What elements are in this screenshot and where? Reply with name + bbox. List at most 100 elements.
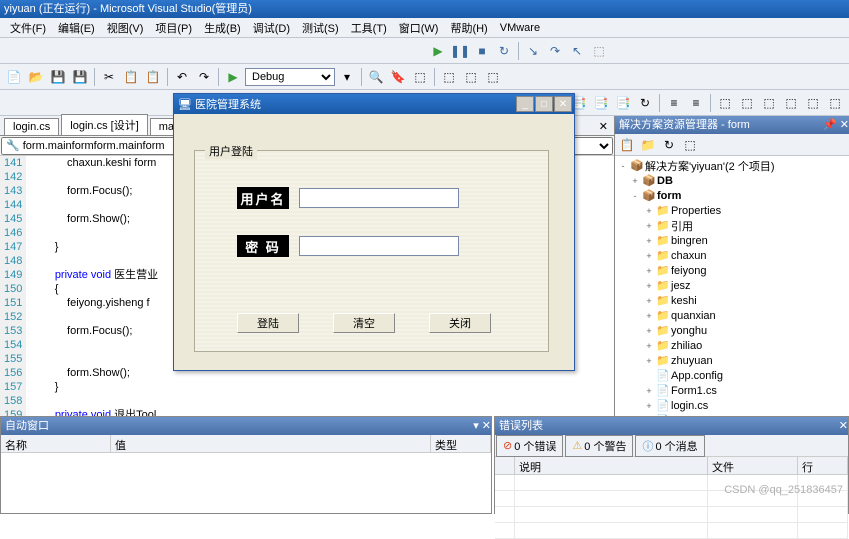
se-tb-11-icon[interactable]: ⬚ (803, 93, 823, 113)
menu-view[interactable]: 视图(V) (101, 18, 150, 38)
tree-form1[interactable]: +📄Form1.cs (615, 383, 849, 398)
close-dialog-icon[interactable]: ✕ (554, 96, 572, 112)
menu-build[interactable]: 生成(B) (198, 18, 247, 38)
se-tb-6-icon[interactable]: ≡ (686, 93, 706, 113)
tree-zhuyuan[interactable]: +📁zhuyuan (615, 353, 849, 368)
tree-zhiliao[interactable]: +📁zhiliao (615, 338, 849, 353)
pin-icon[interactable]: 📌 (823, 119, 837, 131)
tree-chaxun[interactable]: +📁chaxun (615, 248, 849, 263)
menu-window[interactable]: 窗口(W) (393, 18, 445, 38)
close-button[interactable]: 关闭 (429, 313, 491, 333)
bookmark-icon[interactable]: 🔖 (388, 67, 408, 87)
tree-proj-db[interactable]: +📦DB (615, 173, 849, 188)
se-tb-8-icon[interactable]: ⬚ (737, 93, 757, 113)
login-button[interactable]: 登陆 (237, 313, 299, 333)
prop-icon[interactable]: 📋 (617, 135, 637, 155)
maximize-icon[interactable]: □ (535, 96, 553, 112)
new-icon[interactable]: 📄 (4, 67, 24, 87)
menu-test[interactable]: 测试(S) (296, 18, 345, 38)
solution-tree[interactable]: -📦解决方案'yiyuan'(2 个项目) +📦DB -📦form +📁Prop… (615, 156, 849, 416)
menu-vmware[interactable]: VMware (494, 20, 546, 36)
menu-edit[interactable]: 编辑(E) (52, 18, 101, 38)
se-tb-12-icon[interactable]: ⬚ (825, 93, 845, 113)
password-input[interactable] (299, 236, 459, 256)
menu-file[interactable]: 文件(F) (4, 18, 52, 38)
tab-login-cs[interactable]: login.cs (4, 118, 59, 135)
more-icon[interactable]: ⬚ (439, 67, 459, 87)
auto-col-value[interactable]: 值 (111, 435, 431, 452)
auto-col-type[interactable]: 类型 (431, 435, 491, 452)
config-combo[interactable]: Debug (245, 68, 335, 86)
se-tb-9-icon[interactable]: ⬚ (759, 93, 779, 113)
save-icon[interactable]: 💾 (48, 67, 68, 87)
clear-button[interactable]: 清空 (333, 313, 395, 333)
err-col-icon[interactable] (495, 457, 515, 474)
step-into-icon[interactable]: ↘ (523, 41, 543, 61)
paste-icon[interactable]: 📋 (143, 67, 163, 87)
tree-login[interactable]: +📄login.cs (615, 398, 849, 413)
pause-icon[interactable]: ❚❚ (450, 41, 470, 61)
copy-icon[interactable]: 📋 (121, 67, 141, 87)
tree-jesz[interactable]: +📁jesz (615, 278, 849, 293)
err-col-line[interactable]: 行 (798, 457, 848, 474)
auto-close-icon[interactable]: ✕ (482, 420, 491, 432)
menu-tools[interactable]: 工具(T) (345, 18, 393, 38)
refresh-icon[interactable]: ↻ (659, 135, 679, 155)
warnings-toggle[interactable]: ⚠0 个警告 (565, 435, 633, 457)
auto-col-name[interactable]: 名称 (1, 435, 111, 452)
open-icon[interactable]: 📂 (26, 67, 46, 87)
username-input[interactable] (299, 188, 459, 208)
tree-quanxian[interactable]: +📁quanxian (615, 308, 849, 323)
tab-login-design[interactable]: login.cs [设计] (61, 114, 147, 135)
undo-icon[interactable]: ↶ (172, 67, 192, 87)
err-close-icon[interactable]: ✕ (839, 420, 848, 432)
auto-grid[interactable] (1, 453, 491, 513)
hex-icon[interactable]: ⬚ (589, 41, 609, 61)
tree-solution[interactable]: -📦解决方案'yiyuan'(2 个项目) (615, 158, 849, 173)
se-tb-7-icon[interactable]: ⬚ (715, 93, 735, 113)
minimize-icon[interactable]: _ (516, 96, 534, 112)
more3-icon[interactable]: ⬚ (483, 67, 503, 87)
se-tb-10-icon[interactable]: ⬚ (781, 93, 801, 113)
messages-toggle[interactable]: ⓘ0 个消息 (635, 435, 704, 457)
tab-close-icon[interactable]: ✕ (593, 118, 614, 135)
err-col-desc[interactable]: 说明 (515, 457, 708, 474)
stop-icon[interactable]: ■ (472, 41, 492, 61)
menu-help[interactable]: 帮助(H) (444, 18, 493, 38)
errors-toggle[interactable]: ⊘0 个错误 (496, 435, 563, 457)
find-icon[interactable]: 🔍 (366, 67, 386, 87)
tree-mainform[interactable]: -📄mainform.cs (615, 413, 849, 416)
redo-icon[interactable]: ↷ (194, 67, 214, 87)
tree-properties[interactable]: +📁Properties (615, 203, 849, 218)
tree-yonghu[interactable]: +📁yonghu (615, 323, 849, 338)
tree-appconfig[interactable]: 📄App.config (615, 368, 849, 383)
se-tb-2-icon[interactable]: 📑 (591, 93, 611, 113)
tree-feiyong[interactable]: +📁feiyong (615, 263, 849, 278)
step-over-icon[interactable]: ↷ (545, 41, 565, 61)
menu-project[interactable]: 项目(P) (149, 18, 198, 38)
view2-icon[interactable]: ⬚ (680, 135, 700, 155)
saveall-icon[interactable]: 💾 (70, 67, 90, 87)
step-out-icon[interactable]: ↖ (567, 41, 587, 61)
tree-proj-form[interactable]: -📦form (615, 188, 849, 203)
tree-bingren[interactable]: +📁bingren (615, 233, 849, 248)
restart-icon[interactable]: ↻ (494, 41, 514, 61)
start-icon[interactable]: ▶ (223, 67, 243, 87)
menu-debug[interactable]: 调试(D) (247, 18, 296, 38)
dialog-title-bar[interactable]: 🖥 医院管理系统 _ □ ✕ (174, 94, 574, 114)
se-tb-5-icon[interactable]: ≡ (664, 93, 684, 113)
more2-icon[interactable]: ⬚ (461, 67, 481, 87)
continue-icon[interactable]: ▶ (428, 41, 448, 61)
dropdown-icon[interactable]: ▾ (337, 67, 357, 87)
tree-refs[interactable]: +📁引用 (615, 218, 849, 233)
err-col-file[interactable]: 文件 (708, 457, 798, 474)
cut-icon[interactable]: ✂ (99, 67, 119, 87)
auto-dropdown-icon[interactable]: ▾ (473, 420, 479, 432)
tree-keshi[interactable]: +📁keshi (615, 293, 849, 308)
se-tb-4-icon[interactable]: ↻ (635, 93, 655, 113)
showall-icon[interactable]: 📁 (638, 135, 658, 155)
se-tb-3-icon[interactable]: 📑 (613, 93, 633, 113)
close-icon[interactable]: ✕ (840, 119, 849, 131)
auto-headers: 名称 值 类型 (1, 435, 491, 453)
comment-icon[interactable]: ⬚ (410, 67, 430, 87)
